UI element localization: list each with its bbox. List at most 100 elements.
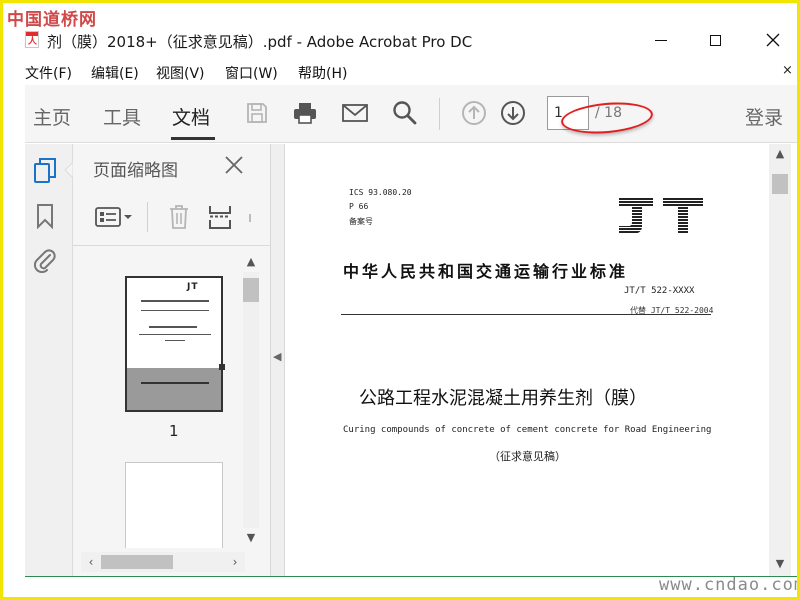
minimize-button[interactable] (639, 25, 683, 55)
scroll-up-arrow-icon[interactable]: ▲ (772, 146, 788, 162)
envelope-icon (342, 104, 368, 122)
save-icon (247, 103, 267, 123)
previous-page-button[interactable] (460, 99, 488, 127)
tab-home[interactable]: 主页 (33, 103, 71, 130)
next-page-button[interactable] (499, 99, 527, 127)
active-panel-notch (64, 162, 73, 178)
panel-collapse-handle[interactable]: ◀ (271, 144, 285, 576)
thumbnail-text-line (141, 382, 209, 384)
thumbnail-horizontal-scrollbar[interactable]: ‹ › (81, 552, 245, 572)
save-button[interactable] (243, 99, 271, 127)
arrow-up-circle-icon (462, 101, 486, 125)
print-button[interactable] (291, 99, 319, 127)
document-title-cn: 公路工程水泥混凝土用养生剂（膜） (359, 388, 647, 409)
thumbnail-text-line (149, 326, 197, 328)
watermark-bottom: www.cndao.com (659, 575, 800, 595)
menu-bar: 文件(F) 编辑(E) 视图(V) 窗口(W) 帮助(H) × (3, 59, 797, 85)
scroll-down-arrow-icon[interactable]: ▼ (243, 530, 259, 546)
draft-label: （征求意见稿） (489, 450, 566, 463)
document-title-en: Curing compounds of concrete of cement c… (343, 425, 712, 435)
more-tools-button[interactable] (245, 202, 255, 232)
thumbnail-text-line (139, 334, 211, 335)
page-thumbnail-1[interactable]: JT (125, 276, 225, 412)
watermark-top: 中国道桥网 (7, 10, 97, 30)
collapse-left-arrow-icon: ◀ (273, 350, 282, 363)
attachments-button[interactable] (31, 246, 59, 274)
close-window-button[interactable] (751, 25, 795, 55)
thumbnail-rule (141, 310, 209, 311)
standard-title: 中华人民共和国交通运输行业标准 (343, 262, 629, 281)
scroll-thumb[interactable] (101, 555, 173, 569)
close-icon (766, 33, 780, 47)
navigation-rail (25, 144, 73, 576)
maximize-icon (709, 34, 721, 46)
doc-meta-filing: 备案号 (349, 217, 373, 226)
scroll-track[interactable] (243, 272, 259, 528)
search-icon (393, 101, 417, 125)
document-vertical-scrollbar[interactable]: ▲ ▼ (769, 144, 791, 576)
page-thumbnails-button[interactable] (31, 156, 59, 184)
main-toolbar: 主页 工具 文档 1 / 18 登录 (25, 85, 797, 143)
thumbnail-footer-band (127, 368, 221, 410)
doc-meta-category: P 66 (349, 202, 369, 211)
thumbnail-text-line (165, 340, 185, 341)
scroll-left-arrow-icon[interactable]: ‹ (83, 554, 99, 570)
options-list-icon (95, 207, 132, 227)
menu-window[interactable]: 窗口(W) (225, 63, 278, 83)
scroll-thumb[interactable] (243, 278, 259, 302)
menu-help[interactable]: 帮助(H) (298, 63, 347, 83)
thumbnail-logo: JT (187, 282, 199, 292)
page-split-icon (209, 206, 231, 229)
standard-code: JT/T 522-XXXX (624, 286, 695, 296)
doc-meta-ics: ICS 93.080.20 (349, 188, 412, 197)
login-button[interactable]: 登录 (745, 103, 783, 130)
panel-title: 页面缩略图 (93, 161, 178, 181)
scroll-right-arrow-icon[interactable]: › (227, 554, 243, 570)
title-bar: 中国道桥网 人 剂（膜）2018+（征求意见稿）.pdf - Adobe Acr… (3, 3, 797, 59)
menu-edit[interactable]: 编辑(E) (91, 63, 139, 83)
menu-view[interactable]: 视图(V) (156, 63, 205, 83)
maximize-button[interactable] (693, 25, 737, 55)
bookmark-icon (37, 204, 53, 229)
header-rule (341, 314, 711, 315)
scroll-down-arrow-icon[interactable]: ▼ (772, 556, 788, 572)
thumbnail-page-number: 1 (169, 422, 179, 440)
tab-document[interactable]: 文档 (172, 103, 210, 130)
panel-options-button[interactable] (93, 202, 135, 232)
trash-icon (170, 205, 188, 229)
close-panel-button[interactable] (221, 152, 247, 178)
screen-frame: 中国道桥网 人 剂（膜）2018+（征求意见稿）.pdf - Adobe Acr… (0, 0, 800, 600)
window-title: 剂（膜）2018+（征求意见稿）.pdf - Adobe Acrobat Pro… (47, 33, 473, 51)
more-icon (249, 214, 251, 222)
search-button[interactable] (391, 99, 419, 127)
email-button[interactable] (341, 99, 369, 127)
panel-toolbar-separator (147, 202, 148, 232)
scroll-up-arrow-icon[interactable]: ▲ (243, 254, 259, 270)
minimize-icon (655, 39, 667, 41)
pdf-file-icon-glyph: 人 (28, 37, 38, 47)
jt-logo (619, 198, 703, 234)
thumbnail-text-line (141, 300, 209, 302)
document-view[interactable]: ICS 93.080.20 P 66 备案号 中华人民共和国交通运输行业标准 J… (285, 144, 769, 576)
copy-pages-icon (34, 158, 56, 183)
thumbnail-list: JT 1 (73, 248, 241, 548)
thumbnail-vertical-scrollbar[interactable]: ▲ ▼ (241, 250, 261, 546)
close-document-button[interactable]: × (782, 63, 793, 78)
paperclip-icon (33, 249, 56, 273)
bookmarks-button[interactable] (31, 202, 59, 230)
scroll-thumb[interactable] (772, 174, 788, 194)
delete-page-button[interactable] (165, 202, 193, 232)
pdf-file-icon: 人 (25, 31, 39, 48)
panel-toolbar (73, 190, 271, 246)
print-icon (294, 103, 316, 124)
close-icon (225, 156, 243, 174)
extract-page-button[interactable] (207, 202, 233, 232)
tab-tools[interactable]: 工具 (103, 103, 141, 130)
menu-file[interactable]: 文件(F) (25, 63, 72, 83)
active-tab-indicator (171, 137, 215, 140)
thumbnail-resize-handle[interactable] (219, 364, 225, 370)
page-thumbnail-2[interactable] (125, 462, 223, 548)
toolbar-separator (439, 98, 440, 130)
thumbnail-panel: 页面缩略图 JT 1 ▲ ▼ ‹ › (73, 144, 271, 576)
arrow-down-circle-icon (501, 101, 525, 125)
